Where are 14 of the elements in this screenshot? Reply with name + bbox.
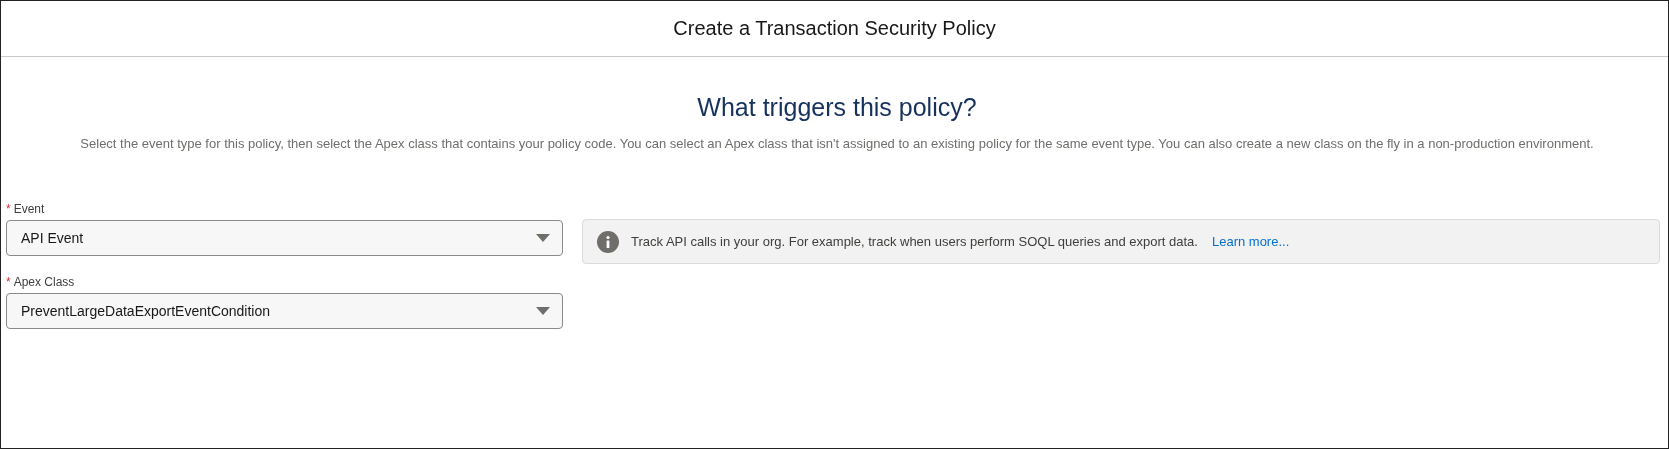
caret-icon bbox=[536, 307, 550, 315]
window-title: Create a Transaction Security Policy bbox=[673, 17, 996, 40]
select-field[interactable]: API Event bbox=[6, 220, 563, 256]
learn-more-link[interactable]: Learn more... bbox=[1211, 234, 1290, 249]
info-icon bbox=[597, 230, 619, 253]
description: Select the event type for this policy, then select the Apex class that contains your policy code. You can select an Apex class that isn't assigned to an existing policy for the same event type. You can also create a new class on the fly in a non-production environment. bbox=[79, 135, 1595, 153]
info-text: Track API calls in your org. For example, track when users perform SOQL queries and export data. bbox=[631, 234, 1198, 249]
field-label: Event bbox=[13, 202, 45, 216]
caret-icon bbox=[536, 234, 550, 242]
heading: What triggers this policy? bbox=[696, 93, 978, 122]
select-field[interactable]: PreventLargeDataExportEventCondition bbox=[6, 293, 563, 329]
required-mark: * bbox=[6, 202, 11, 216]
field-label: Apex Class bbox=[13, 275, 75, 289]
required-mark: * bbox=[6, 275, 11, 289]
